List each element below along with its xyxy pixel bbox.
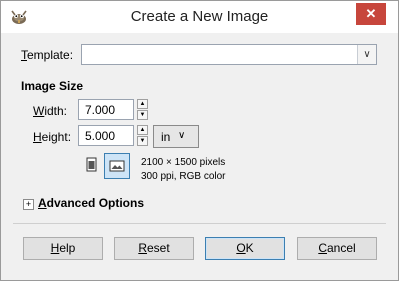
window-title: Create a New Image	[130, 8, 269, 25]
reset-button[interactable]: Reset	[114, 237, 194, 260]
height-field[interactable]: 5.000 ▲ ▼	[78, 125, 148, 146]
template-label: Template:	[21, 48, 74, 62]
unit-value: in	[161, 130, 171, 144]
resolution-color-text: 300 ppi, RGB color	[141, 171, 226, 182]
portrait-toggle[interactable]	[80, 153, 102, 179]
increment-icon[interactable]: ▲	[137, 99, 148, 109]
image-size-heading: Image Size	[21, 79, 84, 93]
decrement-icon[interactable]: ▼	[137, 110, 148, 120]
width-label: Width:	[33, 104, 68, 118]
width-value: 7.000	[85, 103, 116, 117]
advanced-options-expander[interactable]: Advanced Options	[38, 196, 144, 210]
template-combo[interactable]: ∨	[81, 44, 377, 65]
create-image-dialog: Create a New Image ✕ Template: ∨ Image S…	[0, 0, 399, 281]
close-icon: ✕	[365, 6, 377, 21]
width-stepper[interactable]: ▲ ▼	[137, 99, 149, 120]
unit-select[interactable]: in ∨	[153, 125, 199, 148]
height-label: Height:	[33, 130, 72, 144]
portrait-icon	[86, 157, 97, 172]
height-value: 5.000	[85, 129, 116, 143]
help-button[interactable]: Help	[23, 237, 103, 260]
increment-icon[interactable]: ▲	[137, 125, 148, 135]
expand-icon[interactable]: +	[23, 199, 34, 210]
ok-button[interactable]: OK	[205, 237, 285, 260]
height-stepper[interactable]: ▲ ▼	[137, 125, 149, 146]
divider	[13, 223, 386, 224]
landscape-toggle[interactable]	[104, 153, 130, 179]
title-bar[interactable]: Create a New Image ✕	[1, 1, 398, 33]
close-button[interactable]: ✕	[356, 3, 386, 25]
chevron-down-icon[interactable]: ∨	[357, 45, 376, 64]
width-field[interactable]: 7.000 ▲ ▼	[78, 99, 148, 120]
chevron-down-icon: ∨	[178, 130, 186, 141]
landscape-icon	[109, 160, 125, 172]
cancel-button[interactable]: Cancel	[297, 237, 377, 260]
pixel-dimensions-text: 2100 × 1500 pixels	[141, 157, 226, 168]
decrement-icon[interactable]: ▼	[137, 136, 148, 146]
